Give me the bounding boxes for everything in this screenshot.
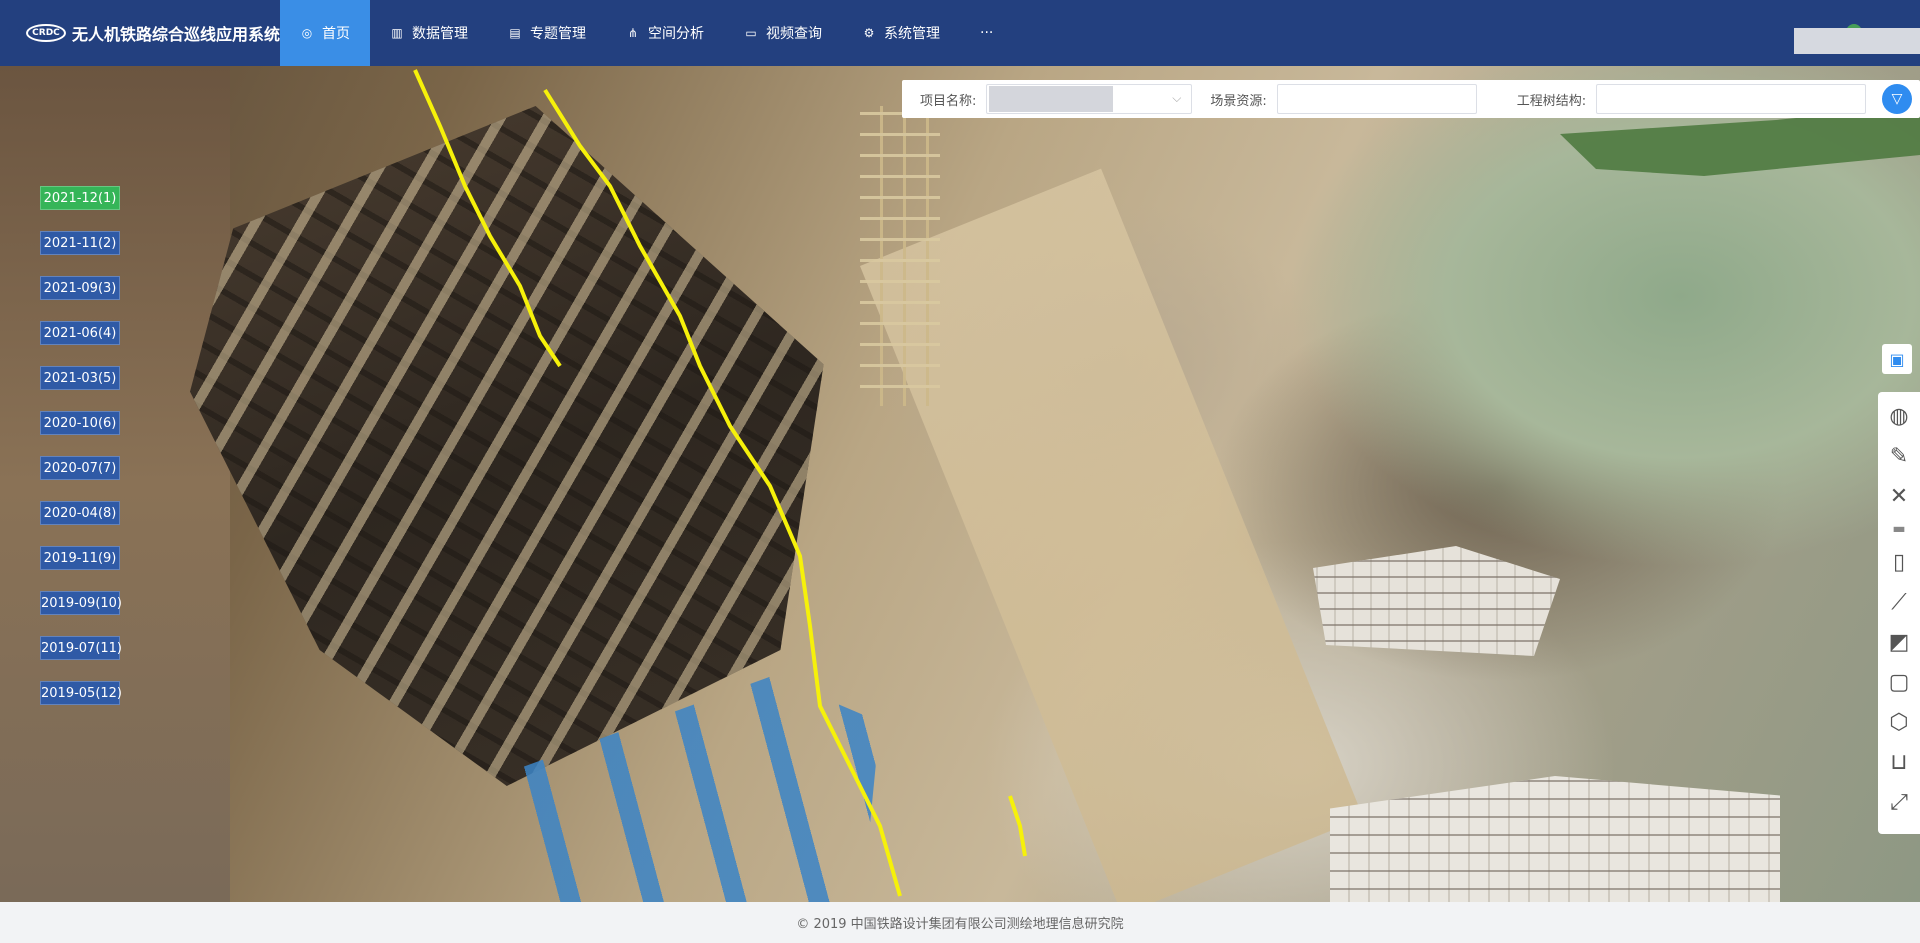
timeline-item[interactable]: 2019-09(10)	[40, 591, 122, 615]
engineering-tree-input[interactable]	[1596, 84, 1867, 114]
scene-resource-input[interactable]	[1276, 84, 1477, 114]
engineering-tree-label: 工程树结构:	[1516, 93, 1587, 109]
draw-tool-button[interactable]: ✎	[1881, 436, 1917, 476]
timeline-item[interactable]: 2021-12(1)	[40, 186, 120, 210]
globe-icon: ◎	[301, 26, 313, 40]
height-measure-button[interactable]: ▯	[1881, 542, 1917, 582]
route-line-short	[1008, 795, 1027, 857]
timeline-item[interactable]: 2020-07(7)	[40, 456, 120, 480]
basket-button[interactable]: ⊔	[1881, 742, 1917, 782]
nav-data-management[interactable]: ▥ 数据管理	[370, 0, 488, 66]
ruler-tool-button[interactable]: ▬	[1881, 516, 1917, 542]
user-area[interactable]	[1770, 0, 1920, 66]
nav-home-label: 首页	[322, 26, 350, 42]
video-icon: ▭	[745, 26, 757, 40]
nav-spatial-analysis[interactable]: ⋔ 空间分析	[606, 0, 724, 66]
fullscreen-icon: ⤢	[1890, 789, 1908, 815]
clear-icon: ✕	[1889, 483, 1909, 509]
timeline-item[interactable]: 2020-10(6)	[40, 411, 120, 435]
top-header: CRDC 无人机铁路综合巡线应用系统 ◎ 首页 ▥ 数据管理 ▤ 专题管理 ⋔ …	[0, 0, 1920, 66]
date-timeline: 2021-12(1) 2021-11(2) 2021-09(3) 2021-06…	[40, 186, 122, 726]
nav-system-management-label: 系统管理	[884, 26, 940, 42]
timeline-item[interactable]: 2021-11(2)	[40, 231, 120, 255]
timeline-item[interactable]: 2021-06(4)	[40, 321, 120, 345]
timeline-item[interactable]: 2020-04(8)	[40, 501, 120, 525]
distance-measure-button[interactable]: ⟋	[1881, 582, 1917, 622]
map-toolbar: ◍ ✎ ✕ ▬ ▯ ⟋ ◩ ▢ ⬡ ⊔ ⤢	[1878, 392, 1920, 834]
chevron-down-icon: ⌵	[1172, 91, 1182, 105]
scene-resource-label: 场景资源:	[1210, 93, 1267, 109]
nav-topic-management[interactable]: ▤ 专题管理	[488, 0, 606, 66]
nav-data-management-label: 数据管理	[412, 26, 468, 42]
project-name-label: 项目名称:	[920, 93, 977, 109]
copyright-text: © 2019 中国铁路设计集团有限公司测绘地理信息研究院	[796, 917, 1124, 932]
vertical-ruler-icon: ▯	[1892, 549, 1906, 575]
footer: © 2019 中国铁路设计集团有限公司测绘地理信息研究院	[0, 902, 1920, 943]
globe-tool-button[interactable]: ◍	[1881, 396, 1917, 436]
nav-video-query[interactable]: ▭ 视频查询	[724, 0, 842, 66]
route-line-left	[413, 69, 562, 368]
area-measure-button[interactable]: ◩	[1881, 622, 1917, 662]
map-scene[interactable]	[0, 66, 1920, 902]
3d-box-icon: ▢	[1888, 669, 1910, 695]
cube-icon: ⬡	[1889, 709, 1909, 735]
timeline-item[interactable]: 2019-11(9)	[40, 546, 120, 570]
timeline-item[interactable]: 2019-05(12)	[40, 681, 122, 705]
measure-icon: ⟋	[1891, 589, 1907, 615]
user-info[interactable]	[1794, 28, 1920, 54]
nav-topic-management-label: 专题管理	[530, 26, 586, 42]
filter-bar: 项目名称: ⌵ 场景资源: 工程树结构: ▽	[902, 80, 1920, 118]
globe-icon: ◍	[1889, 403, 1909, 429]
bar-chart-icon: ▥	[391, 26, 403, 40]
document-icon: ▤	[509, 26, 521, 40]
app-title: 无人机铁路综合巡线应用系统	[71, 25, 280, 44]
more-icon: ···	[980, 25, 994, 41]
network-icon: ⋔	[627, 26, 639, 40]
route-line-right	[543, 88, 902, 897]
main-nav: ◎ 首页 ▥ 数据管理 ▤ 专题管理 ⋔ 空间分析 ▭ 视频查询 ⚙ 系统管理 …	[280, 0, 1013, 66]
crdc-logo-icon: CRDC	[26, 24, 66, 42]
timeline-item[interactable]: 2019-07(11)	[40, 636, 122, 660]
toolbox-button[interactable]: ▣	[1882, 344, 1912, 374]
ruler-icon: ▬	[1892, 521, 1906, 537]
fullscreen-button[interactable]: ⤢	[1881, 782, 1917, 822]
3d-view-button[interactable]: ▢	[1881, 662, 1917, 702]
nav-home[interactable]: ◎ 首页	[280, 0, 370, 66]
toolbox-icon: ▣	[1889, 349, 1905, 369]
nav-video-query-label: 视频查询	[766, 26, 822, 42]
route-trace-lines	[413, 69, 1027, 897]
filter-button[interactable]: ▽	[1882, 84, 1912, 114]
clear-tool-button[interactable]: ✕	[1881, 476, 1917, 516]
nav-more[interactable]: ···	[960, 0, 1013, 66]
basket-icon: ⊔	[1890, 749, 1908, 775]
project-name-value	[989, 86, 1114, 112]
app-logo: CRDC 无人机铁路综合巡线应用系统	[0, 0, 280, 66]
area-icon: ◩	[1888, 629, 1910, 655]
model-button[interactable]: ⬡	[1881, 702, 1917, 742]
timeline-item[interactable]: 2021-09(3)	[40, 276, 120, 300]
pencil-icon: ✎	[1889, 443, 1909, 469]
nav-system-management[interactable]: ⚙ 系统管理	[842, 0, 960, 66]
project-name-select[interactable]: ⌵	[986, 84, 1193, 114]
gear-icon: ⚙	[863, 26, 875, 40]
timeline-item[interactable]: 2021-03(5)	[40, 366, 120, 390]
nav-spatial-analysis-label: 空间分析	[648, 26, 704, 42]
funnel-icon: ▽	[1891, 91, 1903, 107]
